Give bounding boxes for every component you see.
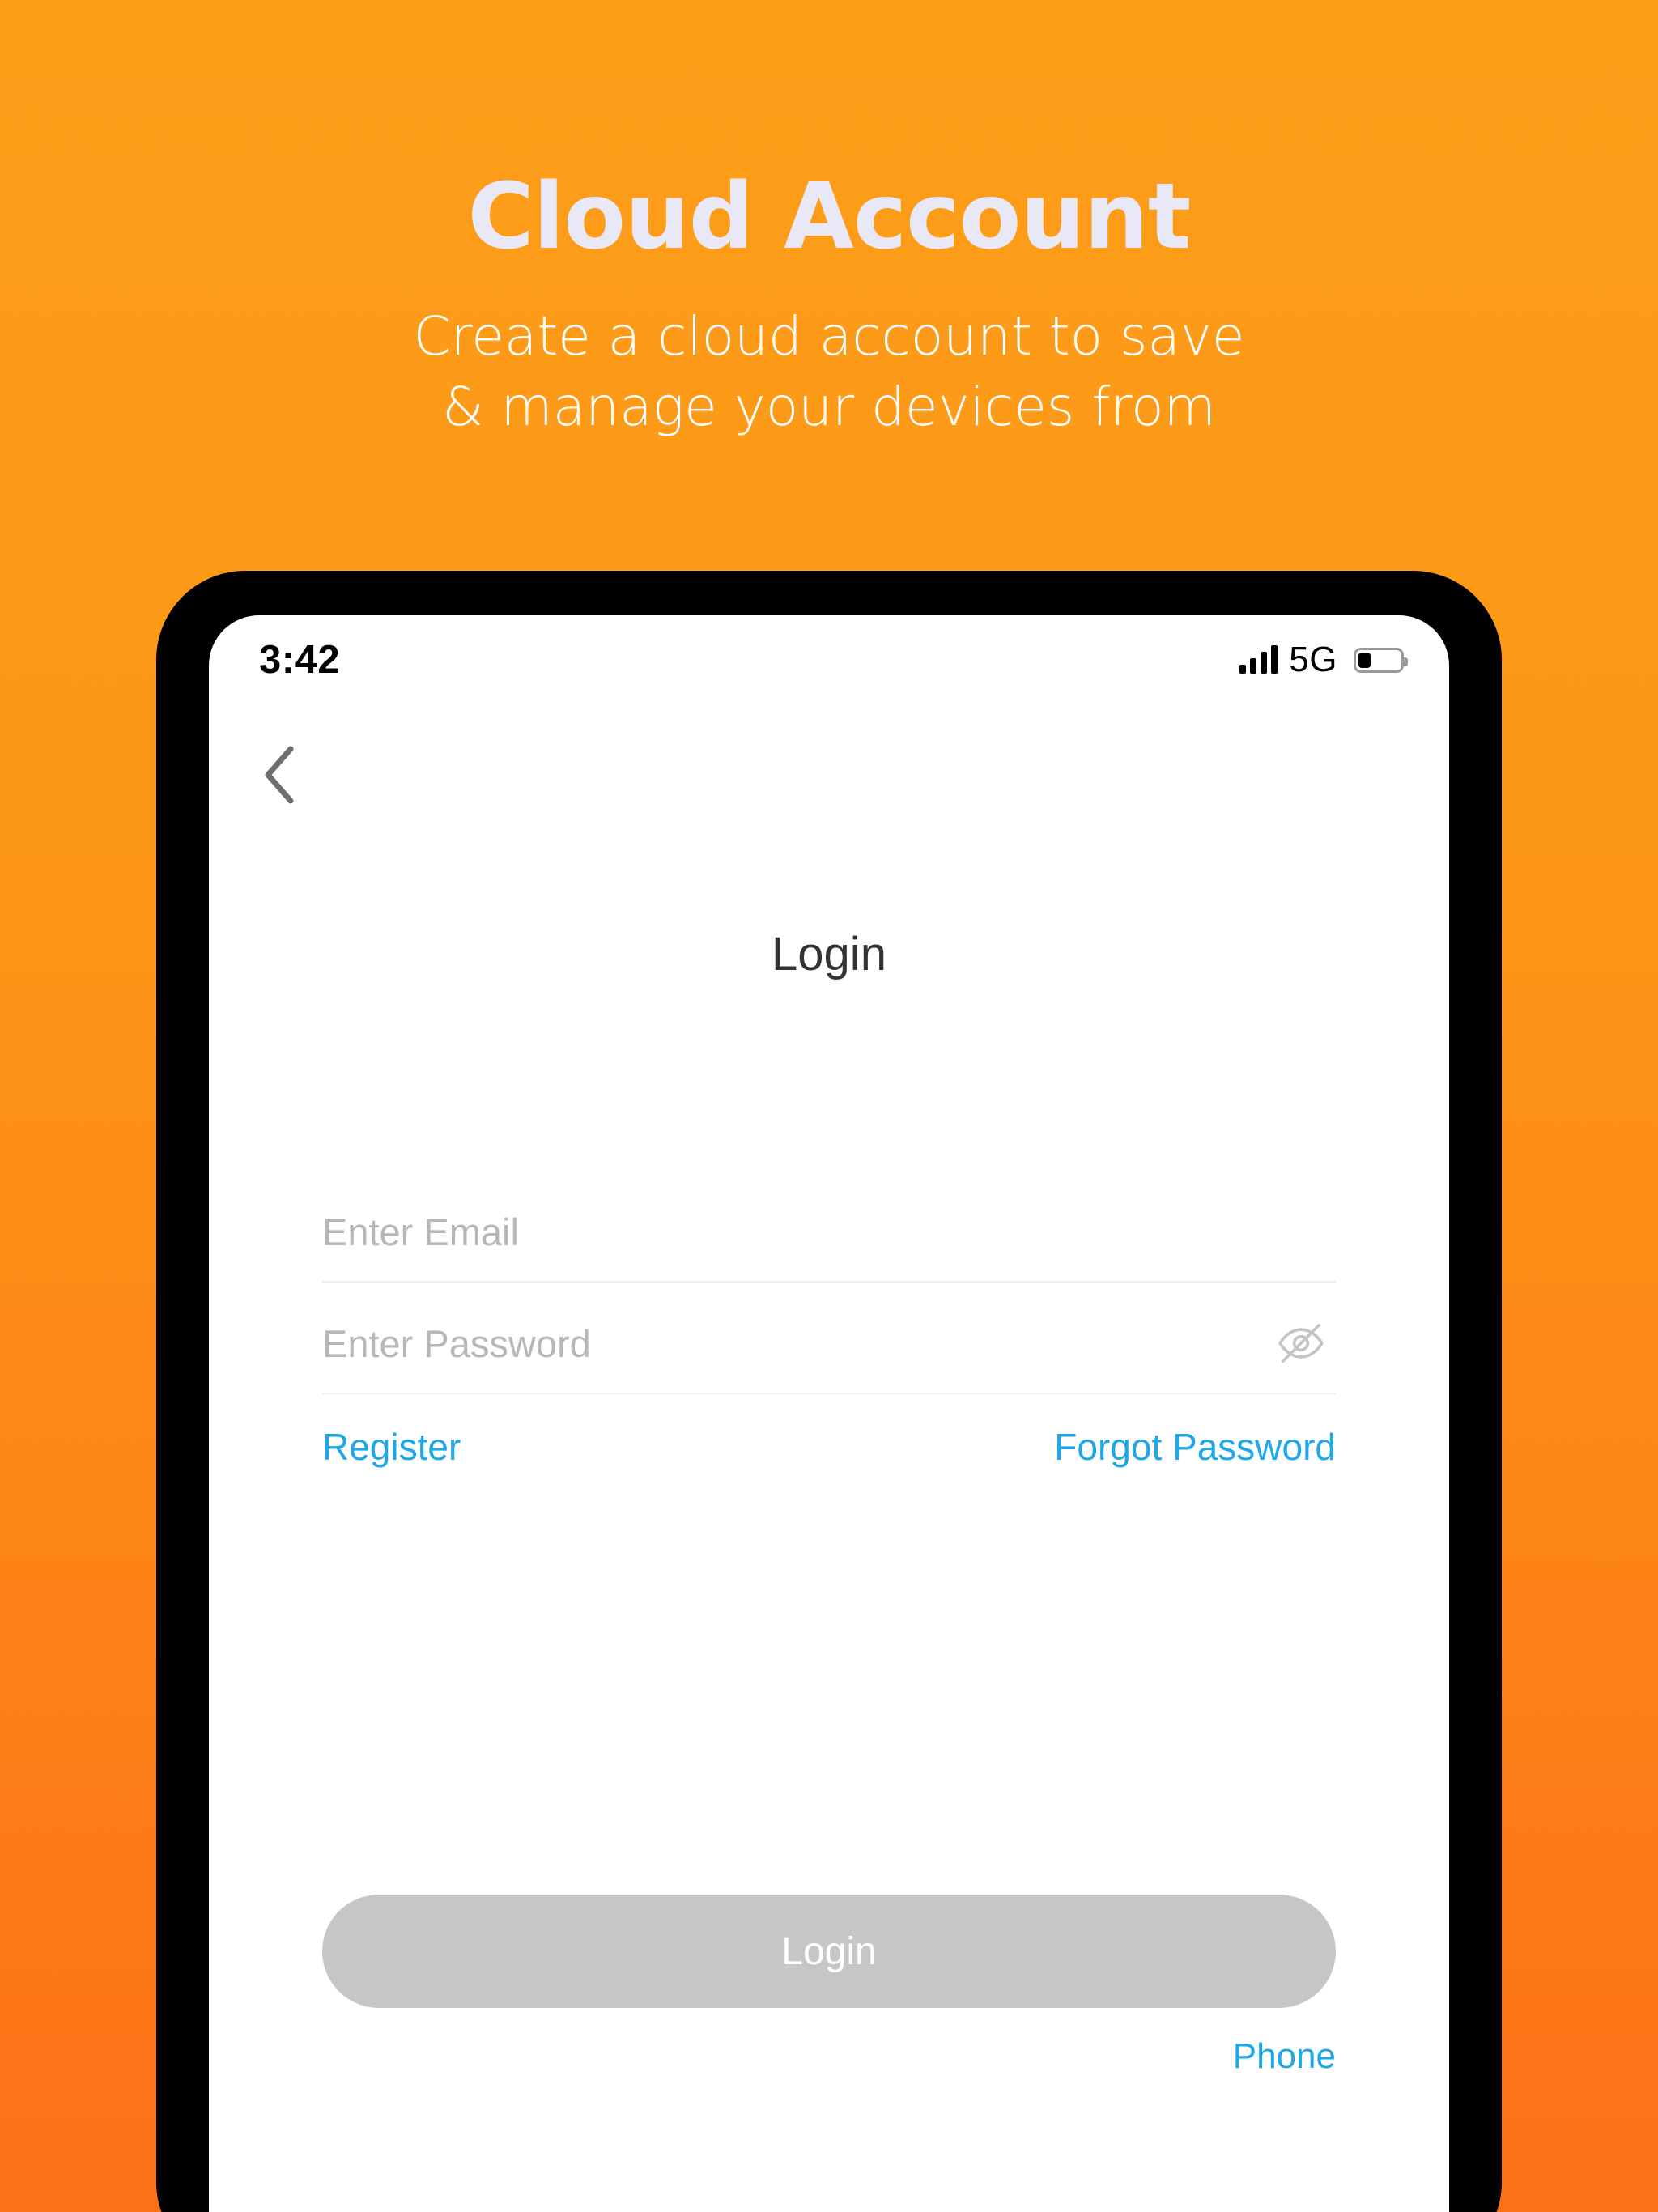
- phone-frame: 3:42 5G Login Enter Email Enter Password…: [156, 571, 1502, 2212]
- password-input[interactable]: [322, 1321, 1336, 1366]
- promo-subtitle-line-2: & manage your devices from: [442, 375, 1216, 438]
- promo-title: Cloud Account: [467, 164, 1192, 270]
- email-field-row: [322, 1182, 1336, 1283]
- page-title: Login: [772, 928, 886, 981]
- back-button[interactable]: [235, 730, 324, 819]
- eye-off-icon: [1278, 1323, 1324, 1363]
- forgot-password-link[interactable]: Forgot Password: [1054, 1425, 1336, 1469]
- status-bar: 3:42 5G: [209, 615, 1449, 704]
- battery-icon: [1354, 647, 1408, 673]
- promo-header: Cloud Account Create a cloud account to …: [0, 0, 1658, 442]
- login-button[interactable]: Login: [322, 1895, 1336, 2008]
- password-field-row: [322, 1294, 1336, 1394]
- status-bar-indicators: 5G: [1239, 640, 1408, 680]
- battery-level-fill: [1358, 652, 1371, 668]
- promo-subtitle: Create a cloud account to save & manage …: [0, 301, 1658, 442]
- promo-subtitle-line-1: Create a cloud account to save: [413, 304, 1245, 368]
- email-input[interactable]: [322, 1209, 1336, 1254]
- chevron-left-icon: [265, 746, 294, 804]
- signal-bars-icon: [1239, 645, 1278, 674]
- phone-screen: 3:42 5G Login Enter Email Enter Password…: [209, 615, 1449, 2212]
- status-bar-clock: 3:42: [259, 638, 341, 682]
- network-type-label: 5G: [1289, 640, 1337, 679]
- form-links-row: Register Forgot Password: [322, 1425, 1336, 1469]
- phone-login-link[interactable]: Phone: [1233, 2036, 1336, 2077]
- login-form: Register Forgot Password: [322, 1182, 1336, 1469]
- password-visibility-toggle[interactable]: [1271, 1313, 1331, 1373]
- register-link[interactable]: Register: [322, 1425, 461, 1469]
